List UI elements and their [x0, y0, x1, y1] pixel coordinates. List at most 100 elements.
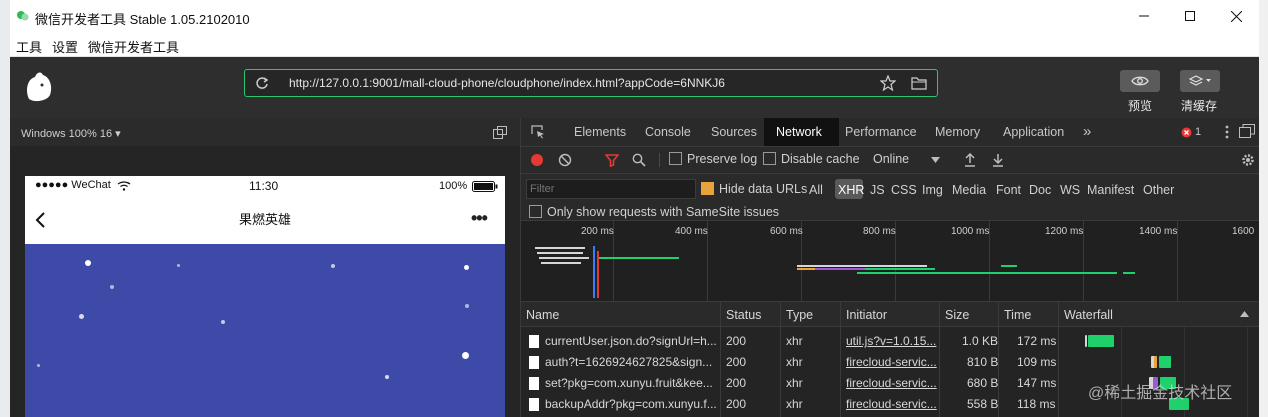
type-xhr[interactable]: XHR — [838, 183, 864, 197]
tab-memory[interactable]: Memory — [935, 125, 980, 139]
request-name[interactable]: currentUser.json.do?signUrl=h... — [545, 334, 717, 348]
import-har-icon[interactable] — [964, 153, 976, 167]
menu-tools[interactable]: 工具 — [16, 37, 42, 56]
error-icon[interactable] — [1181, 127, 1192, 138]
samesite-checkbox[interactable]: Only show requests with SameSite issues — [529, 205, 779, 219]
dropdown-arrow-icon[interactable] — [931, 157, 940, 163]
col-waterfall[interactable]: Waterfall — [1064, 308, 1113, 322]
request-name[interactable]: backupAddr?pkg=com.xunyu.f... — [545, 397, 717, 411]
preview-button[interactable] — [1120, 70, 1160, 92]
request-time: 172 ms — [1017, 334, 1057, 348]
tab-network[interactable]: Network — [776, 125, 822, 139]
settings-gear-icon[interactable] — [1241, 153, 1255, 167]
menu-settings[interactable]: 设置 — [52, 37, 78, 56]
desktop-background-left — [0, 0, 10, 417]
folder-icon[interactable] — [911, 76, 927, 90]
overview-bar — [1001, 265, 1017, 267]
request-type: xhr — [786, 334, 803, 348]
col-type[interactable]: Type — [786, 308, 813, 322]
star-icon[interactable] — [880, 75, 896, 91]
dock-side-icon[interactable] — [1239, 124, 1255, 138]
type-js[interactable]: JS — [870, 183, 885, 197]
request-initiator[interactable]: firecloud-servic... — [846, 355, 938, 369]
type-other[interactable]: Other — [1143, 183, 1174, 197]
menu-wechat-devtools[interactable]: 微信开发者工具 — [88, 37, 179, 56]
devtools-panel: Elements Console Sources Network Perform… — [520, 118, 1259, 417]
request-initiator[interactable]: util.js?v=1.0.15... — [846, 334, 938, 348]
star-particle — [177, 264, 180, 267]
preserve-log-checkbox[interactable]: Preserve log — [669, 152, 757, 166]
table-row[interactable]: currentUser.json.do?signUrl=h... 200 xhr… — [521, 331, 1259, 352]
type-css[interactable]: CSS — [891, 183, 917, 197]
col-size[interactable]: Size — [945, 308, 969, 322]
overview-bar — [865, 268, 935, 270]
refresh-icon[interactable] — [255, 76, 269, 90]
tab-application[interactable]: Application — [1003, 125, 1064, 139]
checkbox-checked[interactable] — [701, 182, 714, 195]
col-time[interactable]: Time — [1004, 308, 1031, 322]
more-menu-button[interactable]: ••• — [471, 208, 488, 229]
type-media[interactable]: Media — [952, 183, 986, 197]
col-status[interactable]: Status — [726, 308, 761, 322]
menu-bar — [10, 32, 1259, 57]
type-doc[interactable]: Doc — [1029, 183, 1051, 197]
request-initiator[interactable]: firecloud-servic... — [846, 376, 938, 390]
col-initiator[interactable]: Initiator — [846, 308, 887, 322]
type-all[interactable]: All — [809, 183, 823, 197]
throttling-select[interactable]: Online — [873, 152, 909, 166]
maximize-button[interactable] — [1167, 0, 1213, 32]
tab-performance[interactable]: Performance — [845, 125, 917, 139]
network-filter-bar: Hide data URLs All XHR JS CSS Img Media … — [521, 174, 1259, 221]
request-name[interactable]: auth?t=1626924627825&sign... — [545, 355, 717, 369]
device-select[interactable]: Windows 100% 16 ▾ — [21, 127, 121, 140]
tick-label: 1400 ms — [1139, 226, 1178, 237]
network-controls: Preserve log Disable cache Online — [521, 147, 1259, 174]
minimize-button[interactable] — [1121, 0, 1167, 32]
search-icon[interactable] — [632, 153, 646, 167]
export-har-icon[interactable] — [992, 153, 1004, 167]
table-row[interactable]: auth?t=1626924627825&sign... 200 xhr fir… — [521, 352, 1259, 373]
preview-label[interactable]: 预览 — [1128, 97, 1152, 114]
checkbox-box[interactable] — [669, 152, 682, 165]
type-font[interactable]: Font — [996, 183, 1021, 197]
filter-icon[interactable] — [605, 153, 619, 167]
hide-data-urls-checkbox[interactable]: Hide data URLs — [701, 182, 807, 196]
clear-cache-label[interactable]: 清缓存 — [1181, 97, 1217, 114]
game-content[interactable] — [25, 244, 505, 417]
checkbox-box[interactable] — [763, 152, 776, 165]
url-bar[interactable]: http://127.0.0.1:9001/mall-cloud-phone/c… — [244, 69, 938, 97]
simulator-header: Windows 100% 16 ▾ — [10, 118, 520, 146]
request-time: 118 ms — [1017, 397, 1056, 411]
record-icon[interactable] — [530, 153, 544, 167]
network-overview[interactable]: 200 ms 400 ms 600 ms 800 ms 1000 ms 1200… — [521, 221, 1259, 302]
clear-cache-button[interactable] — [1180, 70, 1220, 92]
disable-cache-checkbox[interactable]: Disable cache — [763, 152, 860, 166]
request-table-header: Name Status Type Initiator Size Time Wat… — [521, 302, 1259, 327]
type-img[interactable]: Img — [922, 183, 943, 197]
type-manifest[interactable]: Manifest — [1087, 183, 1134, 197]
request-name[interactable]: set?pkg=com.xunyu.fruit&kee... — [545, 376, 717, 390]
type-ws[interactable]: WS — [1060, 183, 1080, 197]
checkbox-box[interactable] — [529, 205, 542, 218]
close-window-button[interactable] — [1213, 0, 1259, 32]
sort-ascending-icon[interactable] — [1240, 311, 1249, 317]
error-count[interactable]: 1 — [1195, 126, 1201, 138]
tab-sources[interactable]: Sources — [711, 125, 757, 139]
tick-label: 1200 ms — [1045, 226, 1084, 237]
request-status: 200 — [726, 376, 747, 390]
request-initiator[interactable]: firecloud-servic... — [846, 397, 938, 411]
tab-elements[interactable]: Elements — [574, 125, 626, 139]
filter-input[interactable] — [526, 179, 696, 199]
document-icon — [529, 377, 539, 390]
tab-console[interactable]: Console — [645, 125, 691, 139]
avatar-logo-icon[interactable] — [23, 69, 55, 103]
popout-icon[interactable] — [493, 126, 507, 139]
kebab-menu-icon[interactable] — [1225, 125, 1229, 139]
inspect-element-icon[interactable] — [531, 125, 545, 139]
request-status: 200 — [726, 334, 747, 348]
star-particle — [79, 314, 84, 319]
more-tabs-button[interactable]: » — [1083, 123, 1091, 140]
col-name[interactable]: Name — [526, 308, 559, 322]
url-text[interactable]: http://127.0.0.1:9001/mall-cloud-phone/c… — [289, 76, 725, 90]
clear-icon[interactable] — [558, 153, 572, 167]
